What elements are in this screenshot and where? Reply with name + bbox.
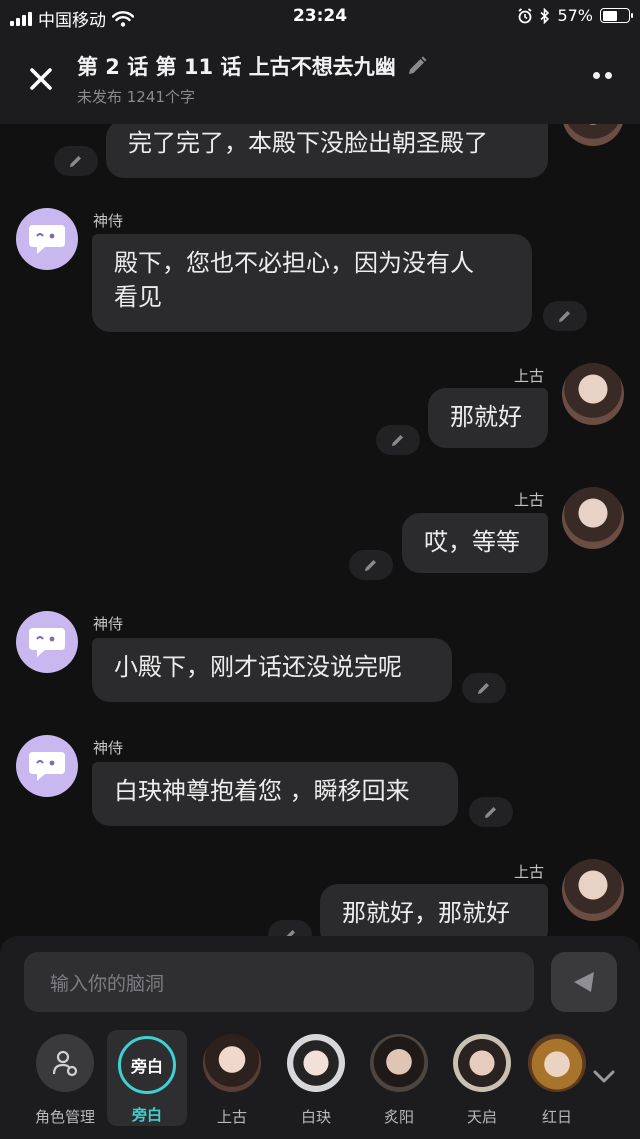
pencil-icon [485, 807, 496, 818]
message-bubble[interactable]: 白玦神尊抱着您 ，瞬移回来 [92, 762, 458, 826]
avatar[interactable] [562, 859, 624, 921]
pencil-icon [392, 435, 403, 446]
role-hongri[interactable]: 红日 [525, 1034, 589, 1127]
pencil-icon [70, 156, 81, 167]
speaker-name: 上古 [514, 367, 545, 385]
edit-message-button[interactable] [543, 301, 587, 331]
pencil-icon[interactable] [406, 55, 428, 77]
message-bubble[interactable]: 完了完了，本殿下没脸出朝圣殿了 [106, 124, 548, 178]
pencil-icon [365, 560, 376, 571]
message-text: 哎，等等 [424, 528, 520, 556]
message-bubble[interactable]: 那就好 [428, 388, 548, 448]
role-zhiyang[interactable]: 炙阳 [359, 1034, 439, 1127]
chevron-down-icon[interactable] [590, 1062, 618, 1090]
message-text: 白玦神尊抱着您 ，瞬移回来 [114, 777, 410, 805]
role-narration[interactable]: 旁白 旁白 [107, 1030, 187, 1126]
header: 第 2 话 第 11 话 上古不想去九幽 未发布 1241个字 [0, 34, 640, 124]
message-text: 小殿下，刚才话还没说完呢 [114, 653, 402, 681]
edit-message-button[interactable] [349, 550, 393, 580]
battery-percent: 57% [557, 6, 593, 25]
role-name: 红日 [541, 1108, 572, 1126]
avatar[interactable] [16, 208, 78, 270]
pencil-icon [478, 683, 489, 694]
role-name: 炙阳 [383, 1108, 414, 1126]
speaker-name: 上古 [514, 491, 545, 509]
role-name: 上古 [216, 1108, 247, 1126]
role-shanggu[interactable]: 上古 [192, 1034, 272, 1127]
role-avatar [528, 1034, 586, 1092]
battery-level [602, 10, 617, 21]
chapter-title-text: 第 2 话 第 11 话 上古不想去九幽 [77, 55, 396, 79]
speaker-name: 神侍 [93, 212, 124, 230]
bot-face-icon [29, 225, 65, 254]
message-input[interactable]: 输入你的脑洞 [24, 952, 534, 1012]
close-icon[interactable] [22, 60, 60, 98]
role-avatar [453, 1034, 511, 1092]
bot-face-icon [29, 628, 65, 657]
role-name: 旁白 [131, 1106, 162, 1124]
message-bubble[interactable]: 殿下，您也不必担心，因为没有人 看见 [92, 234, 532, 332]
chat-area[interactable]: 完了完了，本殿下没脸出朝圣殿了 神侍 殿下，您也不必担心，因为没有人 看见 上古… [0, 124, 640, 936]
status-right: 57% [517, 6, 633, 25]
chapter-status: 未发布 1241个字 [77, 88, 195, 106]
composer: 输入你的脑洞 [0, 936, 640, 1028]
role-baijue[interactable]: 白玦 [276, 1034, 356, 1127]
message-text-line: 殿下，您也不必担心，因为没有人 [114, 249, 474, 277]
narration-badge: 旁白 [118, 1036, 176, 1094]
avatar[interactable] [16, 735, 78, 797]
role-name: 角色管理 [34, 1108, 95, 1126]
avatar[interactable] [562, 363, 624, 425]
edit-message-button[interactable] [469, 797, 513, 827]
message-text: 完了完了，本殿下没脸出朝圣殿了 [128, 129, 488, 157]
avatar[interactable] [562, 124, 624, 146]
bot-face-icon [29, 752, 65, 781]
message-bubble[interactable]: 那就好，那就好 [320, 884, 548, 936]
speaker-name: 神侍 [93, 615, 124, 633]
role-avatar [287, 1034, 345, 1092]
edit-message-button[interactable] [462, 673, 506, 703]
more-options-icon[interactable] [593, 72, 612, 79]
status-bar: 中国移动 23:24 57% [0, 0, 640, 34]
narration-badge-text: 旁白 [130, 1057, 163, 1076]
role-manage-icon [36, 1034, 94, 1092]
bluetooth-icon [540, 7, 550, 24]
battery-icon [600, 8, 633, 23]
speaker-name: 上古 [514, 863, 545, 881]
role-tianqi[interactable]: 天启 [442, 1034, 522, 1127]
speaker-name: 神侍 [93, 739, 124, 757]
send-icon [574, 972, 594, 992]
avatar[interactable] [562, 487, 624, 549]
alarm-icon [518, 7, 532, 23]
message-bubble[interactable]: 小殿下，刚才话还没说完呢 [92, 638, 452, 702]
edit-message-button[interactable] [268, 920, 312, 936]
pencil-icon [559, 311, 570, 322]
pencil-icon [286, 930, 295, 936]
message-text-line: 看见 [114, 283, 162, 311]
send-button[interactable] [551, 952, 617, 1012]
chapter-title: 第 2 话 第 11 话 上古不想去九幽 [77, 51, 428, 81]
role-manage-button[interactable]: 角色管理 [25, 1034, 105, 1127]
role-avatar [203, 1034, 261, 1092]
edit-message-button[interactable] [54, 146, 98, 176]
message-text: 那就好，那就好 [342, 899, 510, 927]
role-name: 白玦 [300, 1108, 331, 1126]
edit-message-button[interactable] [376, 425, 420, 455]
role-name: 天启 [466, 1108, 497, 1126]
role-avatar [370, 1034, 428, 1092]
role-selector: 角色管理 旁白 旁白 上古 白玦 炙阳 天启 红日 [0, 1028, 640, 1139]
avatar[interactable] [16, 611, 78, 673]
message-text: 那就好 [450, 403, 522, 431]
message-bubble[interactable]: 哎，等等 [402, 513, 548, 573]
